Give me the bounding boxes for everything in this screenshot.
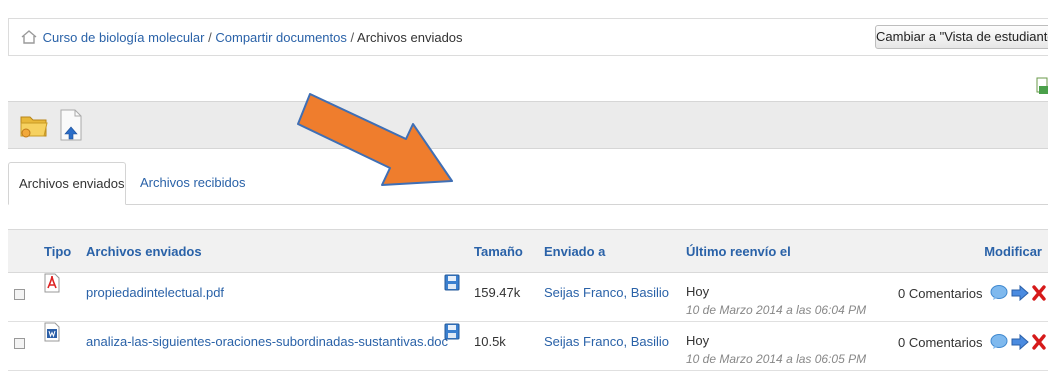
recipient-link[interactable]: Seijas Franco, Basilio <box>544 285 669 300</box>
table-header-row: Tipo Archivos enviados Tamaño Enviado a … <box>8 229 1048 273</box>
row-checkbox[interactable] <box>14 338 25 349</box>
orange-arrow-annotation <box>296 86 462 191</box>
file-name-link[interactable]: analiza-las-siguientes-oraciones-subordi… <box>86 334 448 349</box>
breadcrumb-current: Archivos enviados <box>357 30 463 45</box>
comment-bubble-icon[interactable] <box>990 334 1008 350</box>
comments-count[interactable]: 0 Comentarios <box>898 335 983 350</box>
toolbar <box>8 101 1048 149</box>
upload-document-icon[interactable] <box>58 108 84 145</box>
delete-icon[interactable] <box>1031 334 1046 350</box>
new-folder-icon[interactable] <box>19 111 49 142</box>
row-checkbox[interactable] <box>14 289 25 300</box>
move-arrow-icon[interactable] <box>1011 334 1029 350</box>
modify-column-header: Modificar <box>892 229 1048 273</box>
student-view-button[interactable]: Cambiar a "Vista de estudiante" <box>875 25 1048 49</box>
delete-icon[interactable] <box>1031 285 1046 301</box>
tab-sent-files[interactable]: Archivos enviados <box>8 162 126 205</box>
sent-to-column-header[interactable]: Enviado a <box>538 229 680 273</box>
file-size: 159.47k <box>474 285 521 300</box>
word-doc-icon <box>44 322 60 345</box>
save-disk-icon[interactable] <box>444 274 460 294</box>
home-icon[interactable] <box>21 30 37 47</box>
size-column-header[interactable]: Tamaño <box>468 229 538 273</box>
select-column-header <box>8 229 38 273</box>
last-resend-relative: Hoy <box>686 284 710 299</box>
comment-bubble-icon[interactable] <box>990 285 1008 301</box>
tab-received-files[interactable]: Archivos recibidos <box>130 162 256 205</box>
save-disk-icon[interactable] <box>444 323 460 343</box>
breadcrumb-course-link[interactable]: Curso de biología molecular <box>43 30 205 45</box>
breadcrumb-bar: Curso de biología molecular / Compartir … <box>8 18 1048 56</box>
files-table: Tipo Archivos enviados Tamaño Enviado a … <box>8 229 1048 371</box>
recipient-link[interactable]: Seijas Franco, Basilio <box>544 334 669 349</box>
table-row: propiedadintelectual.pdf 159.47k Seijas … <box>8 272 1048 322</box>
name-column-header[interactable]: Archivos enviados <box>80 229 438 273</box>
breadcrumb-separator: / <box>208 30 212 45</box>
tab-bar: Archivos enviados Archivos recibidos <box>8 162 1048 205</box>
file-size: 10.5k <box>474 334 506 349</box>
last-resend-date: 10 de Marzo 2014 a las 06:04 PM <box>686 303 867 317</box>
add-document-icon[interactable] <box>1036 77 1048 98</box>
last-resend-column-header[interactable]: Último reenvío el <box>680 229 892 273</box>
type-column-header[interactable]: Tipo <box>38 229 80 273</box>
table-row: analiza-las-siguientes-oraciones-subordi… <box>8 321 1048 371</box>
last-resend-date: 10 de Marzo 2014 a las 06:05 PM <box>686 352 867 366</box>
last-resend-relative: Hoy <box>686 333 710 348</box>
move-arrow-icon[interactable] <box>1011 285 1029 301</box>
breadcrumb: Curso de biología molecular / Compartir … <box>21 30 463 47</box>
breadcrumb-separator: / <box>350 30 355 45</box>
comments-count[interactable]: 0 Comentarios <box>898 286 983 301</box>
breadcrumb-share-docs-link[interactable]: Compartir documentos <box>215 30 347 45</box>
pdf-icon <box>44 273 60 296</box>
file-name-link[interactable]: propiedadintelectual.pdf <box>86 285 224 300</box>
spacer-column-header <box>438 229 468 273</box>
